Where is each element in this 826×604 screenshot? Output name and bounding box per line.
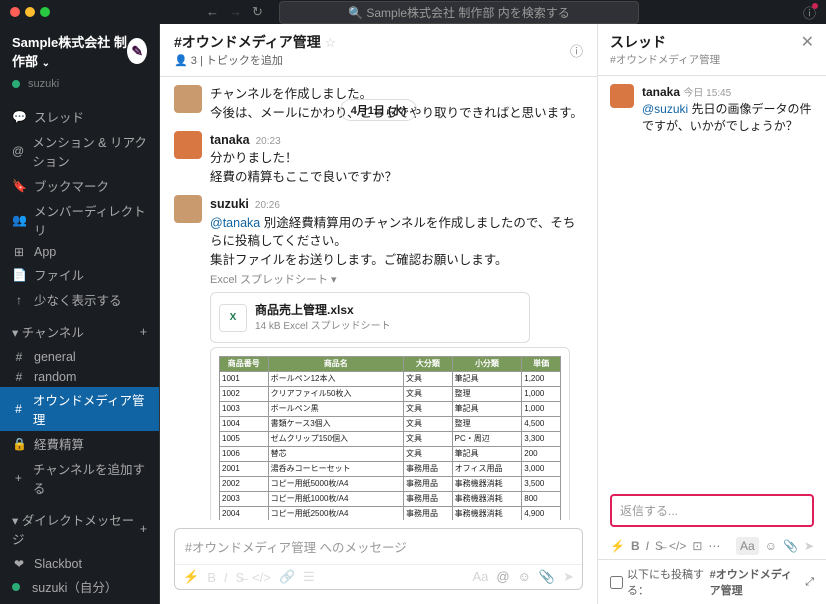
sidebar: Sample株式会社 制作部 ⌄ ✎ suzuki 💬スレッド@メンション & … [0, 24, 160, 604]
date-divider: 4月1日 (水) [340, 99, 418, 121]
compose-button[interactable]: ✎ [127, 38, 147, 64]
nav-item[interactable]: ↑少なく表示する [0, 287, 159, 312]
history-icon[interactable]: ↻ [252, 4, 263, 20]
workspace-switcher[interactable]: Sample株式会社 制作部 ⌄ ✎ [0, 24, 159, 78]
section-channels[interactable]: ▾ チャンネル+ [0, 316, 159, 343]
dm-item[interactable]: satou [0, 599, 159, 604]
thread-title: スレッド [610, 32, 720, 52]
emoji-icon[interactable]: ☺ [765, 539, 777, 553]
send-icon[interactable]: ➤ [804, 539, 814, 553]
add-topic[interactable]: トピックを追加 [206, 55, 283, 67]
channel-item[interactable]: #general [0, 347, 159, 367]
mention-icon[interactable]: @ [496, 569, 509, 585]
emoji-icon[interactable]: ☺ [518, 569, 531, 585]
also-post-checkbox[interactable] [610, 576, 623, 589]
nav-item[interactable]: ⊞App [0, 242, 159, 262]
channel-item[interactable]: #オウンドメディア管理 [0, 387, 159, 431]
close-icon[interactable]: ✕ [801, 32, 814, 52]
nav-item[interactable]: 👥メンバーディレクトリ [0, 198, 159, 242]
channel-item[interactable]: #random [0, 367, 159, 387]
star-icon[interactable]: ☆ [324, 35, 336, 50]
thread-reply-input[interactable]: 返信する... [610, 494, 814, 527]
dm-item[interactable]: ❤Slackbot [0, 554, 159, 574]
channel-item[interactable]: +チャンネルを追加する [0, 456, 159, 500]
section-dm[interactable]: ▾ ダイレクトメッセージ+ [0, 504, 159, 550]
expand-icon[interactable]: ⤢ [805, 576, 814, 589]
nav-item[interactable]: 🔖ブックマーク [0, 173, 159, 198]
send-icon[interactable]: ➤ [563, 569, 574, 585]
message-composer[interactable]: #オウンドメディア管理 へのメッセージ ⚡ BIS̶ </>🔗☰ Aa @ ☺ … [174, 528, 583, 590]
nav-forward-icon[interactable]: → [229, 4, 242, 20]
add-icon[interactable]: + [140, 325, 147, 339]
nav-item[interactable]: 📄ファイル [0, 262, 159, 287]
file-attachment[interactable]: X 商品売上管理.xlsx14 kB Excel スプレッドシート [210, 292, 530, 343]
add-icon[interactable]: + [140, 522, 147, 536]
spreadsheet-preview: 商品番号商品名大分類小分類単価1001ボールペン12本入文具筆記具1,20010… [210, 347, 570, 520]
nav-item[interactable]: 💬スレッド [0, 104, 159, 129]
excel-icon: X [219, 304, 247, 332]
attach-icon[interactable]: 📎 [539, 569, 555, 585]
nav-item[interactable]: @メンション & リアクション [0, 129, 159, 173]
channel-header: #オウンドメディア管理 ☆ 👤 3 | トピックを追加 ⓘ [160, 24, 597, 77]
lightning-icon[interactable]: ⚡ [610, 539, 625, 553]
channel-item[interactable]: 🔒経費精算 [0, 431, 159, 456]
attach-icon[interactable]: 📎 [783, 539, 798, 553]
lightning-icon[interactable]: ⚡ [183, 569, 199, 585]
dm-item[interactable]: suzuki（自分） [0, 574, 159, 599]
details-icon[interactable]: ⓘ [570, 41, 583, 60]
search-input[interactable]: 🔍 Sample株式会社 制作部 内を検索する [279, 1, 639, 24]
nav-back-icon[interactable]: ← [206, 4, 219, 20]
help-icon[interactable]: ⓘ [803, 3, 816, 22]
